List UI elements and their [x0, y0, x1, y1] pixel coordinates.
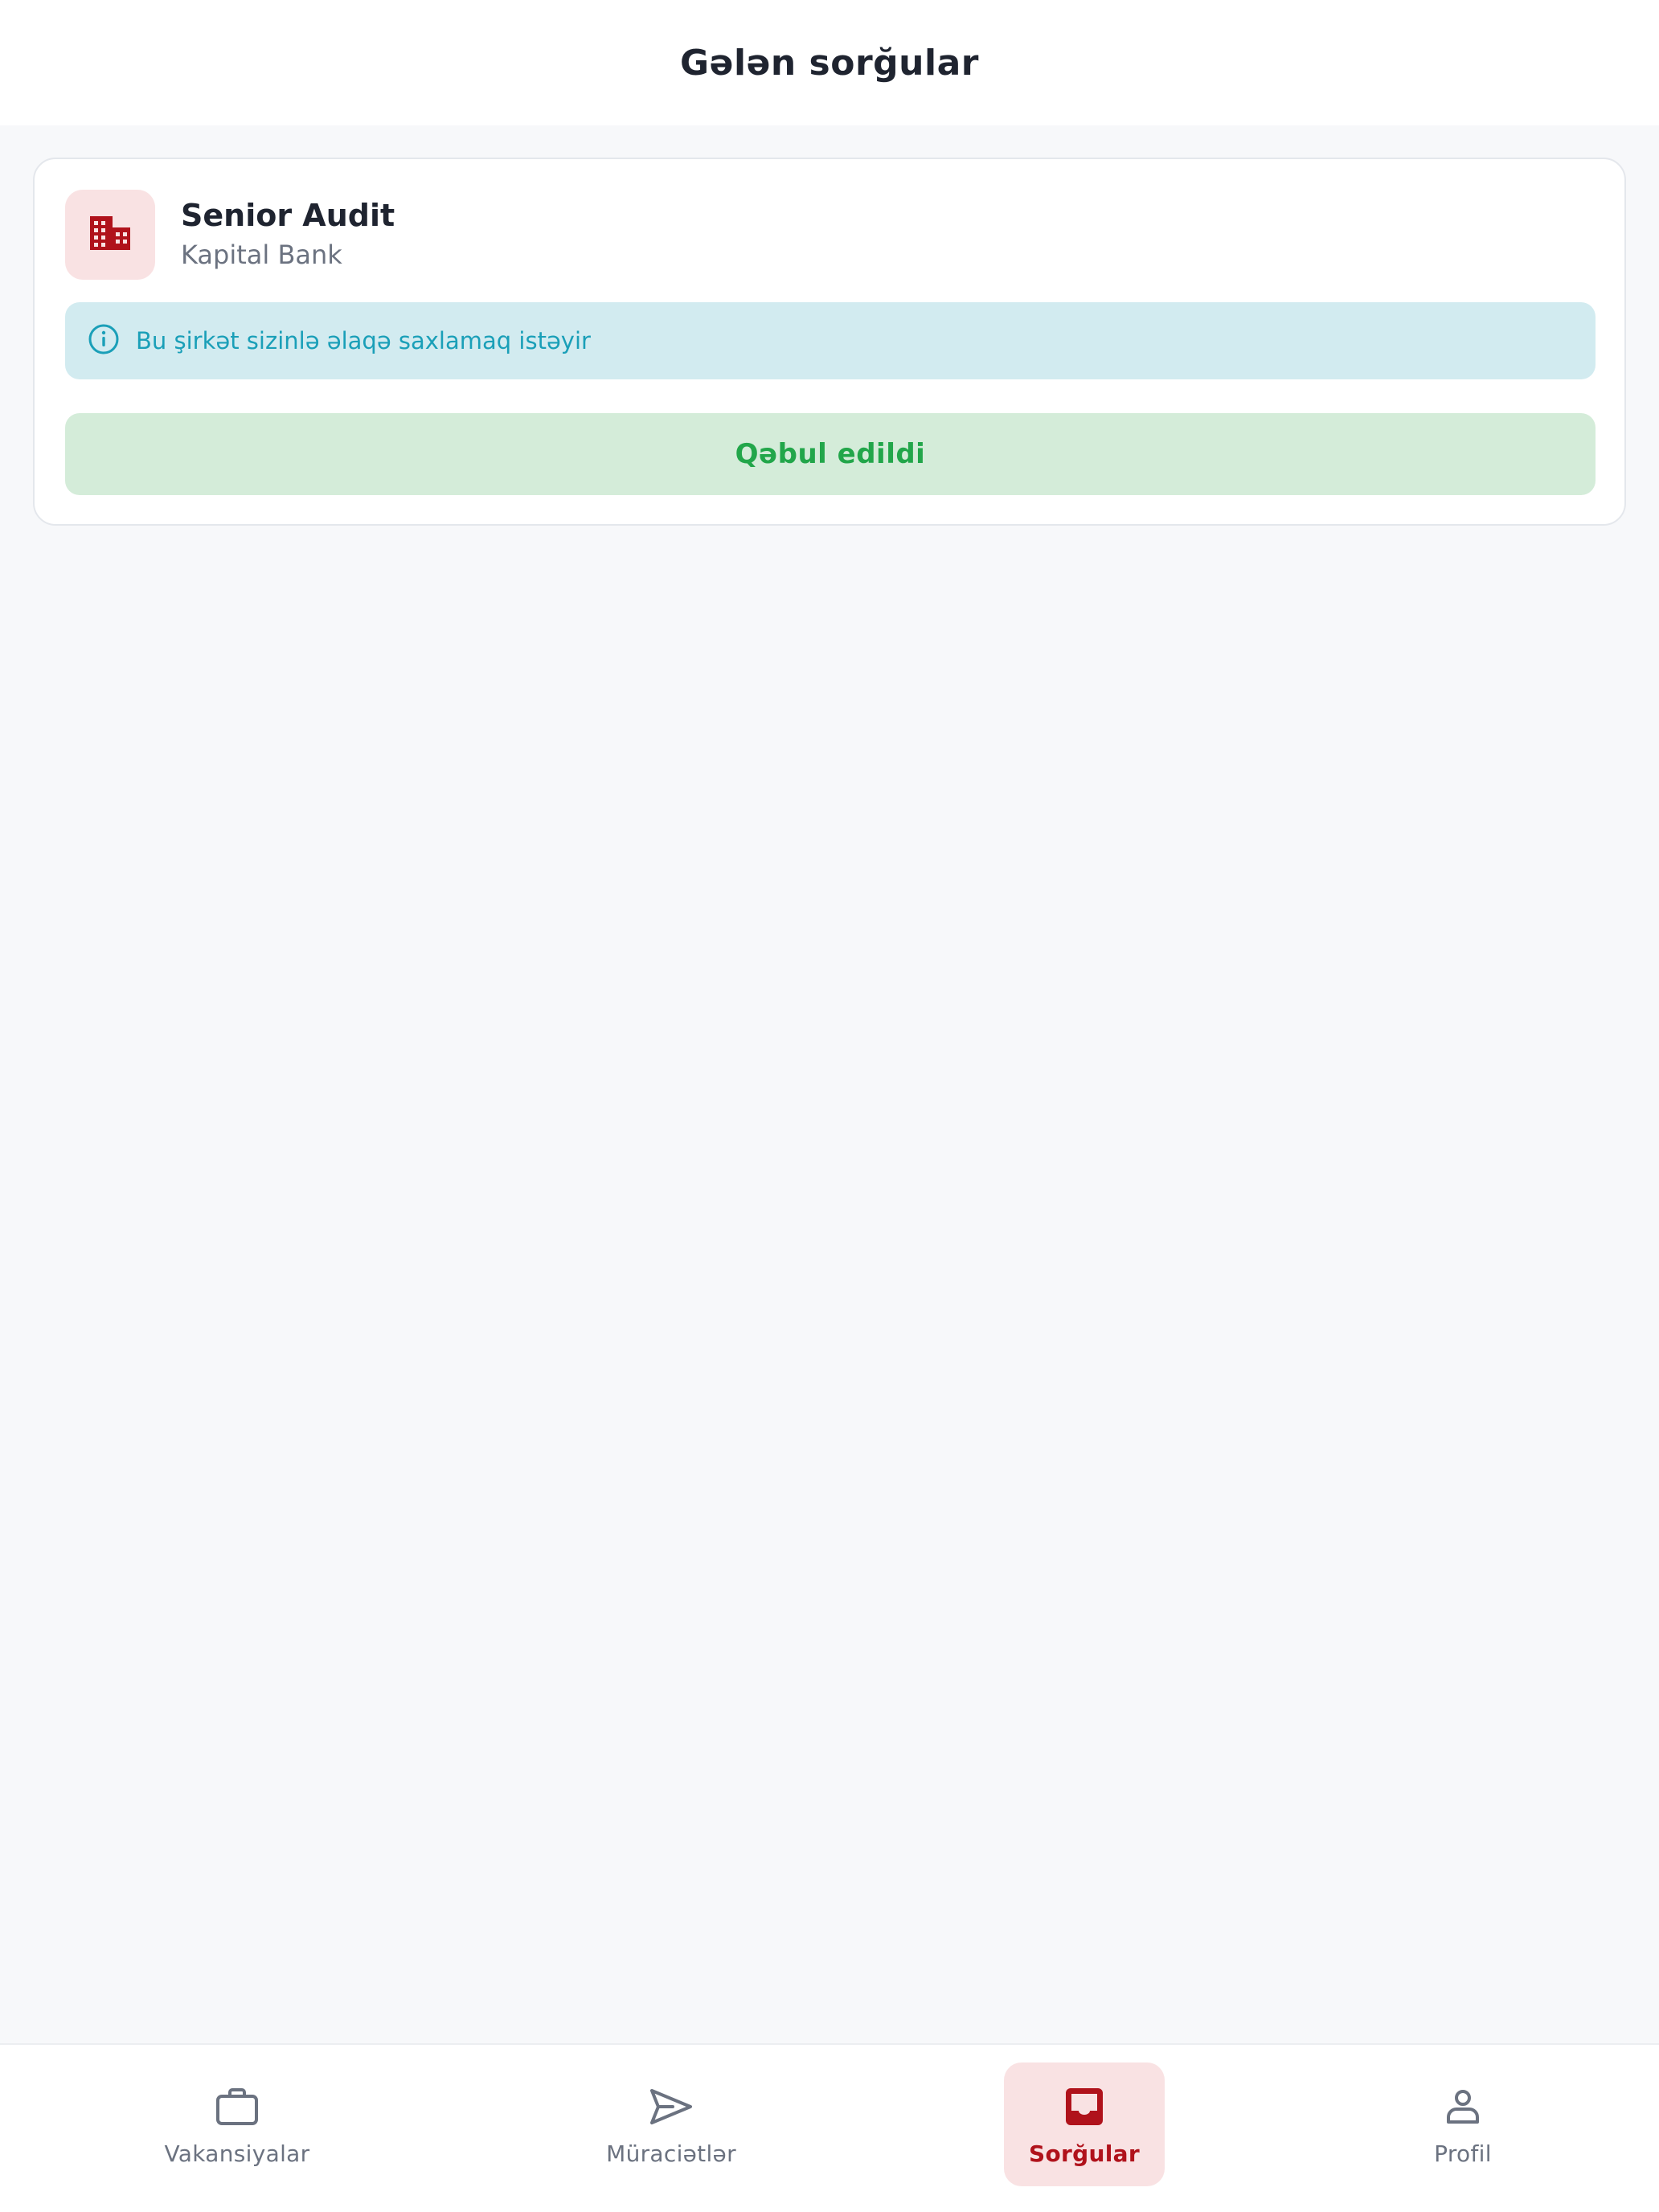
- nav-item-vakansiyalar[interactable]: Vakansiyalar: [145, 2062, 330, 2186]
- info-message: Bu şirkət sizinlə əlaqə saxlamaq istəyir: [136, 327, 591, 354]
- request-card[interactable]: Senior Audit Kapital Bank Bu şirkət sizi…: [33, 158, 1626, 526]
- user-icon: [1439, 2083, 1487, 2131]
- job-title: Senior Audit: [181, 198, 395, 233]
- nav-item-muracietler[interactable]: Müraciətlər: [579, 2062, 764, 2186]
- page-title: Gələn sorğular: [680, 42, 979, 84]
- company-name: Kapital Bank: [181, 240, 342, 270]
- company-logo: [65, 190, 155, 280]
- send-icon: [647, 2083, 695, 2131]
- nav-label: Müraciətlər: [606, 2140, 736, 2167]
- building-icon: [88, 215, 132, 255]
- request-card-header: Senior Audit Kapital Bank: [65, 190, 395, 280]
- briefcase-icon: [213, 2083, 261, 2131]
- nav-label: Profil: [1434, 2140, 1492, 2167]
- info-banner: Bu şirkət sizinlə əlaqə saxlamaq istəyir: [65, 302, 1596, 379]
- nav-label: Sorğular: [1029, 2140, 1140, 2167]
- nav-label: Vakansiyalar: [164, 2140, 310, 2167]
- app-header: Gələn sorğular: [0, 0, 1659, 125]
- info-icon: [88, 323, 120, 358]
- bottom-navigation: Vakansiyalar Müraciətlər Sorğular Profil: [0, 2043, 1659, 2212]
- nav-item-profil[interactable]: Profil: [1382, 2062, 1543, 2186]
- inbox-icon: [1060, 2083, 1108, 2131]
- accepted-status-button[interactable]: Qəbul edildi: [65, 413, 1596, 495]
- request-card-text: Senior Audit Kapital Bank: [181, 196, 395, 273]
- nav-item-sorgular[interactable]: Sorğular: [1004, 2062, 1165, 2186]
